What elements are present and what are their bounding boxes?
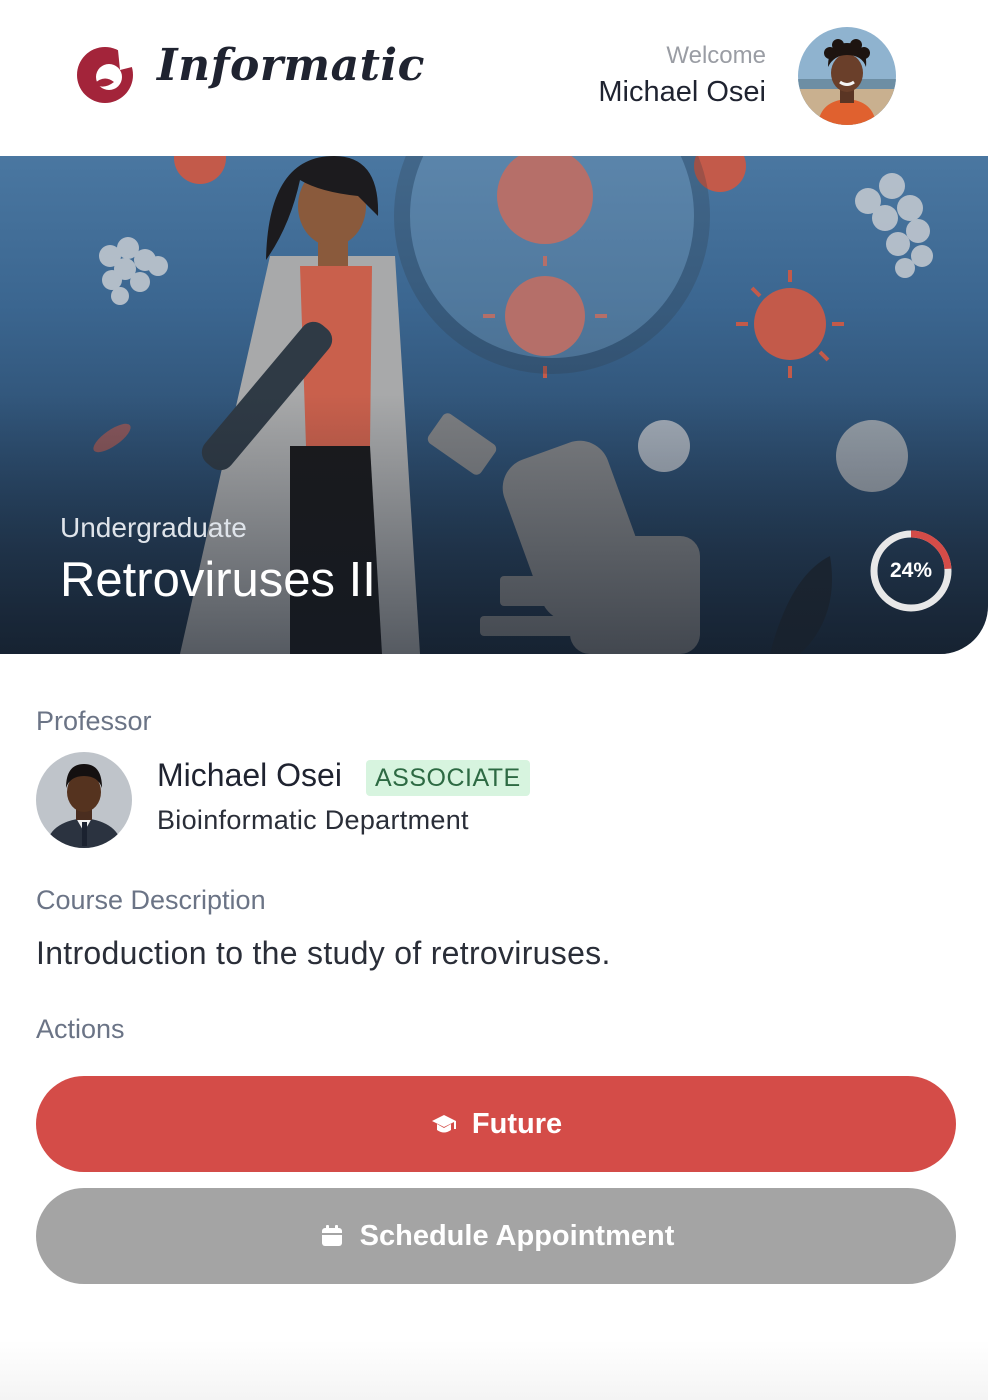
footer-fade — [0, 1340, 988, 1400]
professor-section-label: Professor — [36, 706, 152, 736]
future-button[interactable]: Future — [36, 1076, 956, 1172]
welcome-text: Welcome — [666, 42, 766, 69]
app-header: Informatic Welcome Michael Osei — [0, 0, 988, 156]
user-name: Michael Osei — [598, 76, 766, 108]
professor-rank-badge: ASSOCIATE — [366, 760, 530, 796]
professor-avatar[interactable] — [36, 752, 132, 848]
description-section-label: Course Description — [36, 885, 266, 915]
graduation-cap-icon — [431, 1115, 456, 1133]
actions-section-label: Actions — [36, 1014, 125, 1044]
schedule-appointment-label: Schedule Appointment — [359, 1219, 675, 1252]
professor-department: Bioinformatic Department — [157, 805, 469, 835]
future-button-label: Future — [471, 1107, 563, 1140]
brand-logo-icon[interactable] — [74, 44, 136, 106]
brand-name[interactable]: Informatic — [157, 40, 425, 91]
user-avatar[interactable] — [798, 27, 896, 125]
course-title: Retroviruses II — [60, 553, 376, 607]
course-description: Introduction to the study of retroviruse… — [36, 935, 611, 971]
progress-label: 24% — [889, 559, 933, 582]
course-hero-banner: Undergraduate Retroviruses II 24% — [0, 156, 988, 654]
course-level: Undergraduate — [60, 512, 247, 543]
professor-name[interactable]: Michael Osei — [157, 757, 342, 794]
schedule-appointment-button[interactable]: Schedule Appointment — [36, 1188, 956, 1284]
calendar-icon — [321, 1225, 342, 1246]
